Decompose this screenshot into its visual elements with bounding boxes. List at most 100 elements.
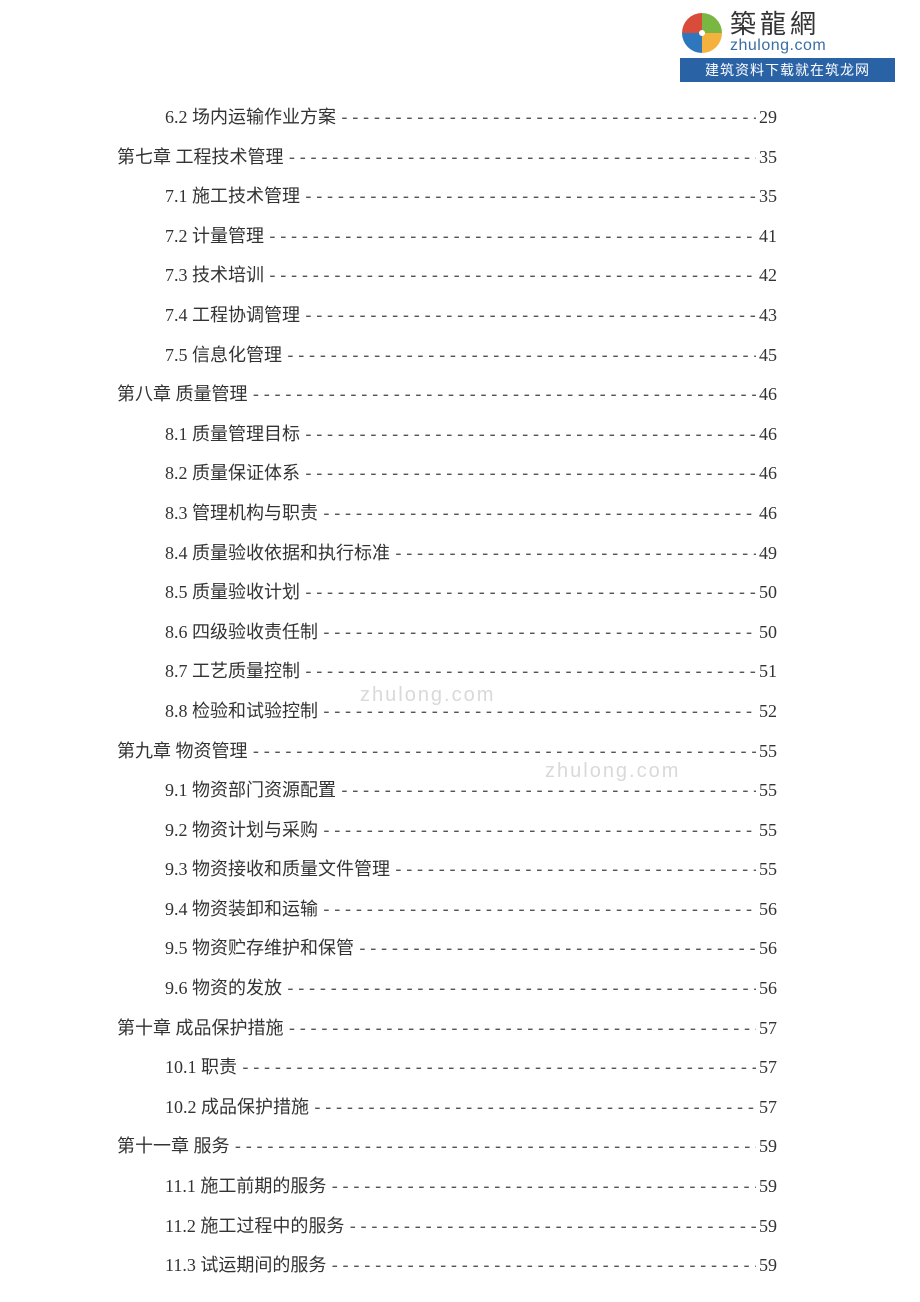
table-of-contents: 6.2 场内运输作业方案 29第七章 工程技术管理 357.1 施工技术管理 3… <box>117 98 777 1286</box>
toc-leader <box>321 613 756 653</box>
toc-label: 11.3 试运期间的服务 <box>165 1246 326 1286</box>
toc-page-number: 59 <box>759 1127 777 1167</box>
toc-leader <box>393 850 756 890</box>
toc-section: 9.6 物资的发放 56 <box>117 969 777 1009</box>
toc-leader <box>303 177 756 217</box>
toc-label: 9.5 物资贮存维护和保管 <box>165 929 354 969</box>
toc-label: 9.4 物资装卸和运输 <box>165 890 318 930</box>
toc-page-number: 43 <box>759 296 777 336</box>
toc-page-number: 56 <box>759 969 777 1009</box>
toc-leader <box>251 732 757 772</box>
toc-label: 8.8 检验和试验控制 <box>165 692 318 732</box>
site-logo: 築龍網 zhulong.com 建筑资料下载就在筑龙网 <box>680 10 895 82</box>
toc-section: 11.2 施工过程中的服务 59 <box>117 1207 777 1247</box>
toc-leader <box>339 98 756 138</box>
logo-row: 築龍網 zhulong.com <box>680 10 895 56</box>
toc-section: 10.2 成品保护措施 57 <box>117 1088 777 1128</box>
toc-chapter: 第十章 成品保护措施 57 <box>117 1009 777 1049</box>
toc-section: 10.1 职责 57 <box>117 1048 777 1088</box>
logo-text: 築龍網 zhulong.com <box>730 11 826 55</box>
toc-page-number: 56 <box>759 890 777 930</box>
toc-chapter: 第九章 物资管理 55 <box>117 732 777 772</box>
toc-section: 6.2 场内运输作业方案 29 <box>117 98 777 138</box>
toc-leader <box>393 534 756 574</box>
toc-leader <box>303 296 756 336</box>
toc-label: 8.4 质量验收依据和执行标准 <box>165 534 390 574</box>
toc-label: 第八章 质量管理 <box>117 375 248 415</box>
toc-label: 8.7 工艺质量控制 <box>165 652 300 692</box>
toc-label: 8.5 质量验收计划 <box>165 573 300 613</box>
toc-label: 7.4 工程协调管理 <box>165 296 300 336</box>
toc-chapter: 第十一章 服务 59 <box>117 1127 777 1167</box>
toc-page-number: 59 <box>759 1167 777 1207</box>
toc-page-number: 57 <box>759 1088 777 1128</box>
toc-label: 11.1 施工前期的服务 <box>165 1167 326 1207</box>
toc-section: 8.7 工艺质量控制 51 <box>117 652 777 692</box>
toc-label: 8.6 四级验收责任制 <box>165 613 318 653</box>
toc-section: 7.4 工程协调管理 43 <box>117 296 777 336</box>
toc-leader <box>339 771 756 811</box>
toc-page-number: 59 <box>759 1207 777 1247</box>
toc-section: 7.1 施工技术管理 35 <box>117 177 777 217</box>
toc-page-number: 35 <box>759 138 777 178</box>
toc-section: 7.3 技术培训 42 <box>117 256 777 296</box>
toc-section: 8.2 质量保证体系 46 <box>117 454 777 494</box>
toc-label: 10.1 职责 <box>165 1048 237 1088</box>
toc-page-number: 50 <box>759 573 777 613</box>
toc-section: 9.1 物资部门资源配置 55 <box>117 771 777 811</box>
toc-label: 第七章 工程技术管理 <box>117 138 284 178</box>
toc-leader <box>285 336 756 376</box>
toc-page-number: 46 <box>759 494 777 534</box>
toc-label: 6.2 场内运输作业方案 <box>165 98 336 138</box>
toc-page-number: 29 <box>759 98 777 138</box>
toc-section: 8.5 质量验收计划 50 <box>117 573 777 613</box>
toc-page-number: 55 <box>759 732 777 772</box>
toc-page-number: 52 <box>759 692 777 732</box>
toc-page-number: 57 <box>759 1048 777 1088</box>
toc-label: 9.1 物资部门资源配置 <box>165 771 336 811</box>
logo-cn: 築龍網 <box>730 11 826 38</box>
toc-chapter: 第八章 质量管理 46 <box>117 375 777 415</box>
toc-section: 9.4 物资装卸和运输 56 <box>117 890 777 930</box>
toc-leader <box>303 652 756 692</box>
toc-section: 11.3 试运期间的服务 59 <box>117 1246 777 1286</box>
toc-label: 8.2 质量保证体系 <box>165 454 300 494</box>
logo-strip: 建筑资料下载就在筑龙网 <box>680 58 895 82</box>
toc-page-number: 57 <box>759 1009 777 1049</box>
toc-leader <box>287 138 757 178</box>
toc-page-number: 55 <box>759 850 777 890</box>
toc-page-number: 46 <box>759 454 777 494</box>
toc-section: 8.3 管理机构与职责 46 <box>117 494 777 534</box>
toc-leader <box>285 969 756 1009</box>
toc-leader <box>267 256 756 296</box>
toc-leader <box>303 415 756 455</box>
toc-leader <box>321 890 756 930</box>
toc-leader <box>303 573 756 613</box>
toc-page-number: 46 <box>759 375 777 415</box>
toc-leader <box>357 929 756 969</box>
toc-section: 9.5 物资贮存维护和保管 56 <box>117 929 777 969</box>
toc-page-number: 46 <box>759 415 777 455</box>
toc-label: 第九章 物资管理 <box>117 732 248 772</box>
toc-section: 8.8 检验和试验控制 52 <box>117 692 777 732</box>
toc-page-number: 45 <box>759 336 777 376</box>
toc-page-number: 35 <box>759 177 777 217</box>
pinwheel-icon <box>680 11 724 55</box>
toc-chapter: 第七章 工程技术管理 35 <box>117 138 777 178</box>
toc-section: 8.4 质量验收依据和执行标准 49 <box>117 534 777 574</box>
toc-leader <box>233 1127 757 1167</box>
toc-leader <box>312 1088 756 1128</box>
toc-label: 9.3 物资接收和质量文件管理 <box>165 850 390 890</box>
toc-label: 7.2 计量管理 <box>165 217 264 257</box>
toc-label: 9.6 物资的发放 <box>165 969 282 1009</box>
toc-section: 9.2 物资计划与采购 55 <box>117 811 777 851</box>
toc-leader <box>287 1009 757 1049</box>
toc-section: 11.1 施工前期的服务 59 <box>117 1167 777 1207</box>
toc-leader <box>329 1246 756 1286</box>
toc-page-number: 59 <box>759 1246 777 1286</box>
toc-section: 8.1 质量管理目标 46 <box>117 415 777 455</box>
toc-leader <box>251 375 757 415</box>
toc-leader <box>240 1048 756 1088</box>
toc-label: 8.3 管理机构与职责 <box>165 494 318 534</box>
toc-label: 11.2 施工过程中的服务 <box>165 1207 344 1247</box>
